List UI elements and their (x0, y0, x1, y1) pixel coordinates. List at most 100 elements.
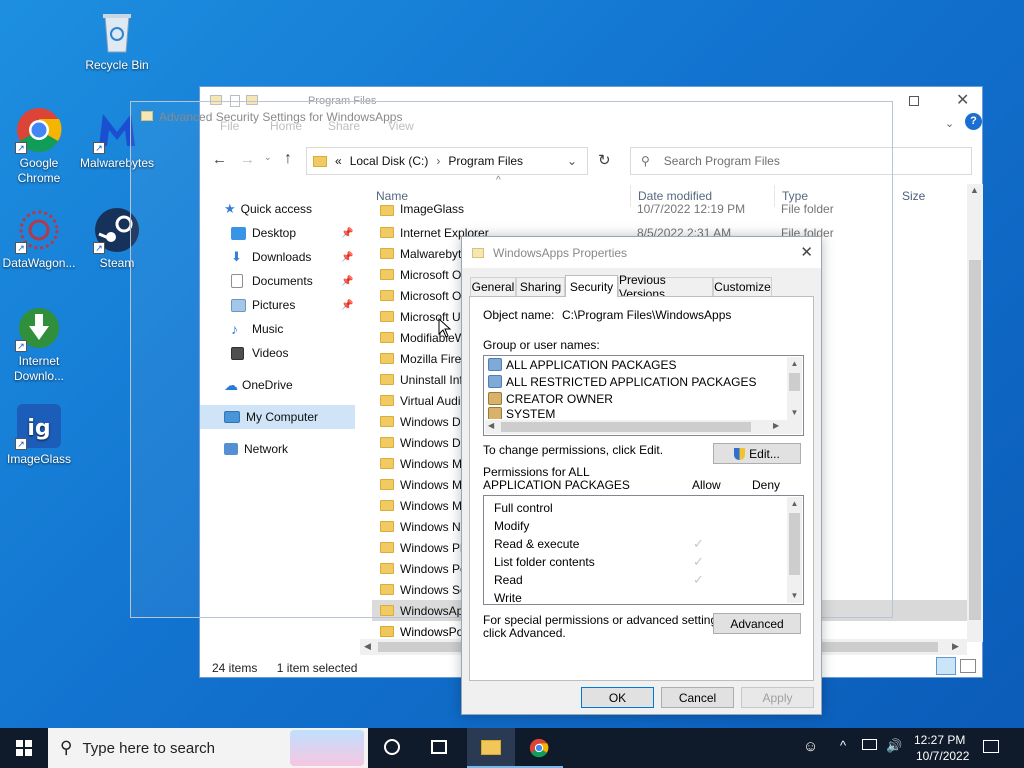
permission-row: Full control (484, 499, 803, 517)
network-icon[interactable] (862, 739, 877, 750)
show-hidden-icons-chevron-icon[interactable]: ^ (840, 738, 846, 753)
group-names-list[interactable]: ALL APPLICATION PACKAGES ALL RESTRICTED … (483, 355, 804, 436)
recycle-bin-icon (93, 8, 141, 56)
desktop-icon-label: Google Chrome (17, 156, 61, 185)
scroll-up-icon[interactable]: ▲ (787, 497, 802, 511)
details-view-icon[interactable] (936, 657, 956, 675)
scrollbar-thumb[interactable] (789, 373, 800, 391)
status-bar: 24 items 1 item selected (212, 661, 357, 675)
taskbar-file-explorer[interactable] (467, 728, 515, 768)
folder-icon (472, 247, 484, 258)
scroll-right-icon[interactable]: ▶ (952, 641, 959, 652)
scrollbar-thumb[interactable] (789, 513, 800, 575)
desktop-icon-imageglass[interactable]: ig ↗ ImageGlass (0, 402, 79, 467)
svg-text:ig: ig (27, 416, 50, 441)
cancel-button[interactable]: Cancel (661, 687, 734, 708)
taskbar-clock-time[interactable]: 12:27 PM (914, 733, 965, 747)
scroll-left-icon[interactable]: ◀ (364, 641, 371, 652)
dialog-tabs: General Sharing Security Previous Versio… (469, 273, 814, 301)
dialog-title-bar: WindowsApps Properties ✕ (462, 237, 821, 268)
desktop-icon-google-chrome[interactable]: ↗ Google Chrome (0, 106, 79, 186)
item-count: 24 items (212, 661, 258, 675)
group-list-hscrollbar[interactable]: ◀ ▶ (485, 420, 802, 434)
permissions-list[interactable]: Full control Modify Read & execute ✓ List fo… (483, 495, 804, 605)
notification-icon[interactable] (983, 740, 999, 753)
close-icon[interactable]: ✕ (800, 243, 813, 261)
group-row[interactable]: CREATOR OWNER (484, 390, 803, 407)
chrome-icon: ↗ (15, 106, 63, 154)
maximize-icon[interactable] (909, 96, 919, 106)
selection-count: 1 item selected (276, 661, 358, 675)
taskbar-chrome[interactable] (515, 728, 563, 768)
folder-icon (481, 740, 501, 755)
scroll-down-icon[interactable]: ▼ (787, 406, 802, 420)
edit-button-label: Edit... (749, 446, 780, 461)
tab-security[interactable]: Security (565, 275, 618, 297)
users-icon (488, 392, 502, 405)
permissions-for-principal: APPLICATION PACKAGES (483, 478, 630, 492)
permission-name: Modify (494, 519, 530, 533)
task-view-circle-icon[interactable] (384, 739, 400, 755)
permission-name: List folder contents (494, 555, 595, 569)
scroll-up-icon[interactable]: ▲ (970, 185, 979, 195)
chevron-down-icon[interactable]: ⌄ (945, 117, 954, 130)
permission-name: Write (494, 591, 522, 605)
windows-logo-icon (16, 740, 32, 756)
imageglass-icon: ig ↗ (15, 402, 63, 450)
scrollbar-thumb[interactable] (969, 260, 981, 620)
column-size-label: Size (902, 189, 926, 203)
close-icon[interactable]: ✕ (956, 90, 969, 110)
shortcut-arrow-icon: ↗ (15, 142, 27, 154)
desktop-icon-internet-download-manager[interactable]: ↗ Internet Downlo... (0, 304, 79, 384)
taskbar-search-box[interactable]: ⚲ Type here to search (48, 728, 368, 768)
group-row[interactable]: SYSTEM (484, 407, 803, 419)
start-button[interactable] (0, 728, 48, 768)
scroll-left-icon[interactable]: ◀ (488, 421, 494, 430)
desktop-icon-label: ImageGlass (6, 452, 72, 466)
permission-row: Write (484, 589, 803, 605)
desktop-icon-recycle-bin[interactable]: Recycle Bin (77, 8, 157, 73)
tab-sharing[interactable]: Sharing (516, 277, 565, 296)
permission-row: Read ✓ (484, 571, 803, 589)
taskbar-clock-date[interactable]: 10/7/2022 (916, 749, 969, 763)
folder-icon (380, 626, 394, 637)
permissions-scrollbar[interactable]: ▲ ▼ (787, 497, 802, 603)
ok-button[interactable]: OK (581, 687, 654, 708)
group-name: SYSTEM (506, 407, 556, 419)
help-icon[interactable]: ? (965, 113, 982, 130)
tab-previous-versions[interactable]: Previous Versions (618, 273, 713, 301)
allow-checkmark-icon: ✓ (693, 536, 704, 551)
scrollbar-thumb[interactable] (501, 422, 751, 432)
desktop-icon-label: Internet Downlo... (13, 354, 65, 383)
tab-customize[interactable]: Customize (713, 277, 772, 296)
tab-general[interactable]: General (470, 277, 516, 296)
advanced-button[interactable]: Advanced (713, 613, 801, 634)
desktop-icon-label: Recycle Bin (85, 58, 149, 72)
scroll-down-icon[interactable]: ▼ (787, 589, 802, 603)
large-icons-view-icon[interactable] (960, 659, 976, 673)
volume-icon[interactable]: 🔊 (886, 738, 902, 754)
users-icon (488, 407, 502, 419)
permission-row: Read & execute ✓ (484, 535, 803, 553)
permissions-for-label: Permissions for ALL (483, 465, 590, 479)
group-names-label: Group or user names: (483, 338, 600, 352)
people-icon[interactable]: ☺ (803, 738, 818, 755)
taskbar: ⚲ Type here to search ☺ ^ 🔊 12:27 PM 10/… (0, 728, 1024, 768)
apply-button[interactable]: Apply (741, 687, 814, 708)
group-row[interactable]: ALL APPLICATION PACKAGES (484, 356, 787, 373)
ok-button-label: OK (608, 690, 627, 705)
scroll-right-icon[interactable]: ▶ (773, 421, 779, 430)
group-list-scrollbar[interactable]: ▲ ▼ (787, 357, 802, 420)
edit-button[interactable]: Edit... (713, 443, 801, 464)
task-view-icon[interactable] (431, 740, 447, 754)
vertical-scrollbar[interactable]: ▲ (967, 184, 983, 642)
desktop-icon-datawagon[interactable]: ↗ DataWagon... (0, 206, 79, 271)
permission-row: List folder contents ✓ (484, 553, 803, 571)
properties-dialog[interactable]: WindowsApps Properties ✕ General Sharing… (461, 236, 822, 715)
permission-rows: Full control Modify Read & execute ✓ List fo… (484, 496, 803, 605)
tab-label: Customize (714, 280, 771, 294)
scroll-up-icon[interactable]: ▲ (787, 357, 802, 371)
group-row[interactable]: ALL RESTRICTED APPLICATION PACKAGES (484, 373, 803, 390)
allow-checkmark-icon: ✓ (693, 554, 704, 569)
search-highlight-castle-icon (290, 730, 364, 766)
